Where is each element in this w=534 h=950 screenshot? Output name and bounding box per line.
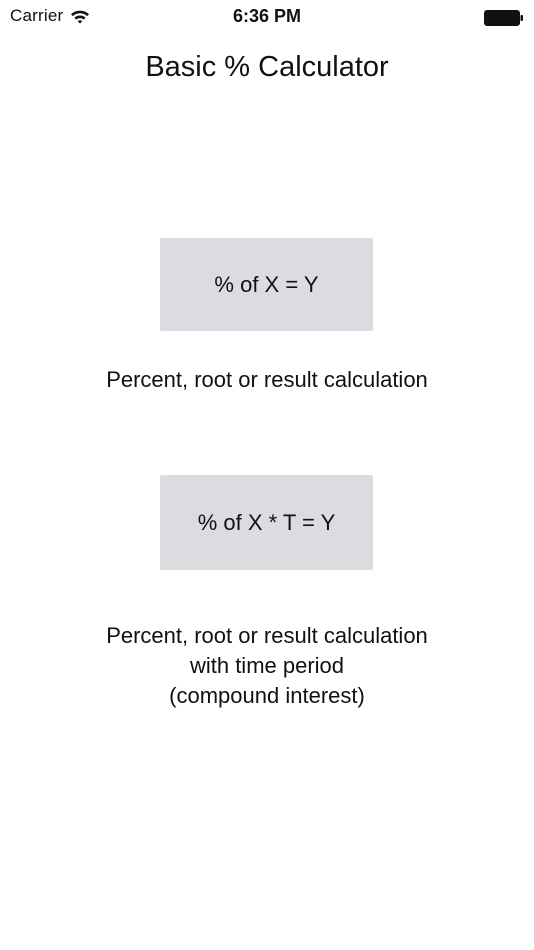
status-bar: Carrier 6:36 PM	[0, 0, 534, 36]
description-line: (compound interest)	[169, 683, 365, 708]
compound-interest-button[interactable]: % of X * T = Y	[160, 475, 373, 570]
percent-of-x-button[interactable]: % of X = Y	[160, 238, 373, 331]
status-time: 6:36 PM	[232, 6, 302, 26]
compound-interest-description: Percent, root or result calculation with…	[0, 621, 534, 711]
battery-full-icon	[484, 10, 524, 26]
description-line: Percent, root or result calculation	[106, 623, 428, 648]
description-line: Percent, root or result calculation	[106, 367, 428, 392]
percent-of-x-description: Percent, root or result calculation	[0, 365, 534, 395]
page-title: Basic % Calculator	[145, 51, 389, 83]
description-line: with time period	[189, 653, 345, 678]
